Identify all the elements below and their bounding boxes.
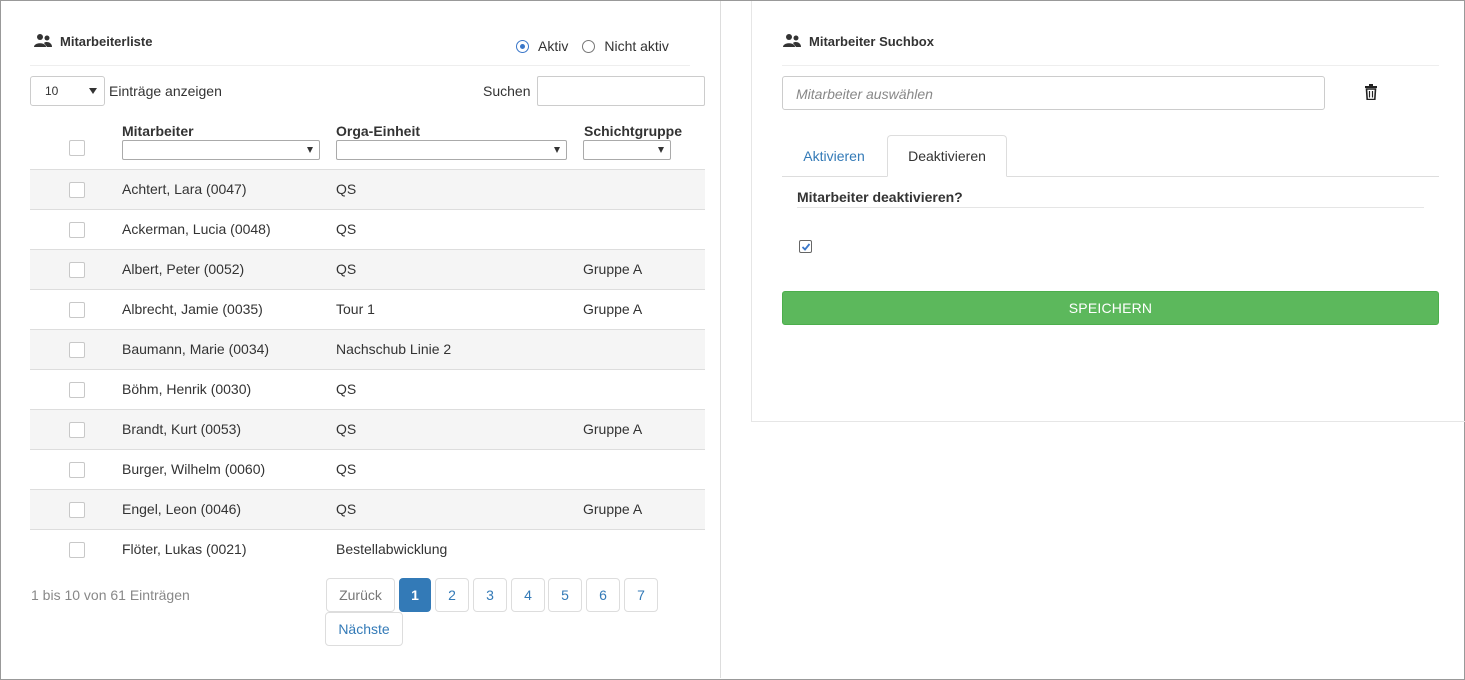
pagination-page-5[interactable]: 5: [548, 578, 582, 612]
column-header-shift-group[interactable]: Schichtgruppe: [584, 123, 682, 139]
table-row[interactable]: Böhm, Henrik (0030) QS: [30, 370, 705, 410]
cell-shift-group: Gruppe A: [583, 301, 643, 317]
page-length-select[interactable]: 10: [30, 76, 105, 106]
row-checkbox[interactable]: [69, 422, 85, 438]
cell-employee: Achtert, Lara (0047): [122, 181, 247, 197]
cell-employee: Albrecht, Jamie (0035): [122, 301, 263, 317]
table-info: 1 bis 10 von 61 Einträgen: [31, 587, 190, 603]
cell-employee: Ackerman, Lucia (0048): [122, 221, 271, 237]
cell-org-unit: QS: [336, 421, 357, 437]
search-panel-title: Mitarbeiter Suchbox: [809, 33, 934, 49]
cell-shift-group: Gruppe A: [583, 261, 643, 277]
pagination-page-6[interactable]: 6: [586, 578, 620, 612]
deactivate-question: Mitarbeiter deaktivieren?: [797, 189, 963, 205]
cell-employee: Baumann, Marie (0034): [122, 341, 270, 357]
table-row[interactable]: Burger, Wilhelm (0060) QS: [30, 450, 705, 490]
tab-divider: [782, 176, 1439, 177]
row-checkbox[interactable]: [69, 222, 85, 238]
cell-employee: Albert, Peter (0052): [122, 261, 245, 277]
pagination-next-button[interactable]: Nächste: [325, 612, 403, 646]
chevron-down-icon: [658, 147, 664, 153]
cell-employee: Burger, Wilhelm (0060): [122, 461, 266, 477]
pagination-page-4[interactable]: 4: [511, 578, 545, 612]
search-panel-header: Mitarbeiter Suchbox: [783, 33, 934, 49]
row-checkbox[interactable]: [69, 542, 85, 558]
employee-list-title: Mitarbeiterliste: [60, 33, 153, 49]
cell-org-unit: QS: [336, 501, 357, 517]
chevron-down-icon: [89, 88, 97, 94]
page-length-value: 10: [45, 84, 59, 98]
table-row[interactable]: Engel, Leon (0046) QS Gruppe A: [30, 490, 705, 530]
pagination-prev-button[interactable]: Zurück: [326, 578, 395, 612]
radio-nicht-aktiv[interactable]: [582, 39, 596, 53]
deactivate-confirm-checkbox[interactable]: [799, 240, 812, 253]
checkmark-icon: [801, 243, 811, 251]
cell-employee: Brandt, Kurt (0053): [122, 421, 242, 437]
employee-table-body: Achtert, Lara (0047) QS Ackerman, Lucia …: [30, 170, 705, 570]
row-checkbox[interactable]: [69, 262, 85, 278]
column-header-employee[interactable]: Mitarbeiter: [122, 123, 194, 139]
radio-aktiv[interactable]: [516, 39, 529, 53]
cell-org-unit: QS: [336, 221, 357, 237]
pagination-page-3[interactable]: 3: [473, 578, 507, 612]
row-checkbox[interactable]: [69, 502, 85, 518]
pagination-page-7[interactable]: 7: [624, 578, 658, 612]
cell-org-unit: Nachschub Linie 2: [336, 341, 452, 357]
org-unit-column-filter[interactable]: [336, 140, 567, 160]
table-row[interactable]: Albrecht, Jamie (0035) Tour 1 Gruppe A: [30, 290, 705, 330]
search-input[interactable]: [537, 76, 705, 106]
question-divider: [797, 207, 1424, 208]
row-checkbox[interactable]: [69, 182, 85, 198]
row-checkbox[interactable]: [69, 382, 85, 398]
radio-nicht-aktiv-label[interactable]: Nicht aktiv: [604, 38, 669, 54]
cell-org-unit: QS: [336, 261, 357, 277]
chevron-down-icon: [307, 147, 313, 153]
header-divider: [782, 65, 1439, 66]
trash-icon[interactable]: [1364, 84, 1378, 100]
radio-aktiv-label[interactable]: Aktiv: [538, 38, 568, 54]
employee-column-filter[interactable]: [122, 140, 320, 160]
cell-org-unit: QS: [336, 381, 357, 397]
pagination-page-2[interactable]: 2: [435, 578, 469, 612]
cell-org-unit: QS: [336, 461, 357, 477]
tab-deaktivieren[interactable]: Deaktivieren: [887, 135, 1007, 177]
users-icon: [34, 34, 52, 47]
cell-org-unit: Bestellabwicklung: [336, 541, 448, 557]
row-checkbox[interactable]: [69, 342, 85, 358]
cell-employee: Flöter, Lukas (0021): [122, 541, 247, 557]
cell-shift-group: Gruppe A: [583, 421, 643, 437]
row-checkbox[interactable]: [69, 302, 85, 318]
search-label: Suchen: [483, 83, 531, 99]
table-row[interactable]: Ackerman, Lucia (0048) QS: [30, 210, 705, 250]
tab-aktivieren[interactable]: Aktivieren: [786, 135, 882, 177]
table-row[interactable]: Flöter, Lukas (0021) Bestellabwicklung: [30, 530, 705, 570]
cell-org-unit: Tour 1: [336, 301, 375, 317]
shift-group-column-filter[interactable]: [583, 140, 671, 160]
cell-shift-group: Gruppe A: [583, 501, 643, 517]
save-button[interactable]: SPEICHERN: [782, 291, 1439, 325]
employee-list-header: Mitarbeiterliste: [34, 33, 152, 49]
pagination-page-1[interactable]: 1: [399, 578, 431, 612]
users-icon: [783, 34, 801, 47]
cell-org-unit: QS: [336, 181, 357, 197]
table-row[interactable]: Achtert, Lara (0047) QS: [30, 170, 705, 210]
page-length-label: Einträge anzeigen: [109, 83, 222, 99]
header-divider: [30, 65, 690, 66]
column-header-org-unit[interactable]: Orga-Einheit: [336, 123, 420, 139]
select-all-checkbox[interactable]: [69, 140, 85, 156]
chevron-down-icon: [554, 147, 560, 153]
cell-employee: Engel, Leon (0046): [122, 501, 242, 517]
cell-employee: Böhm, Henrik (0030): [122, 381, 252, 397]
table-row[interactable]: Baumann, Marie (0034) Nachschub Linie 2: [30, 330, 705, 370]
table-row[interactable]: Albert, Peter (0052) QS Gruppe A: [30, 250, 705, 290]
table-row[interactable]: Brandt, Kurt (0053) QS Gruppe A: [30, 410, 705, 450]
row-checkbox[interactable]: [69, 462, 85, 478]
employee-select-input[interactable]: Mitarbeiter auswählen: [782, 76, 1325, 110]
status-filter: Aktiv Nicht aktiv: [516, 38, 683, 54]
